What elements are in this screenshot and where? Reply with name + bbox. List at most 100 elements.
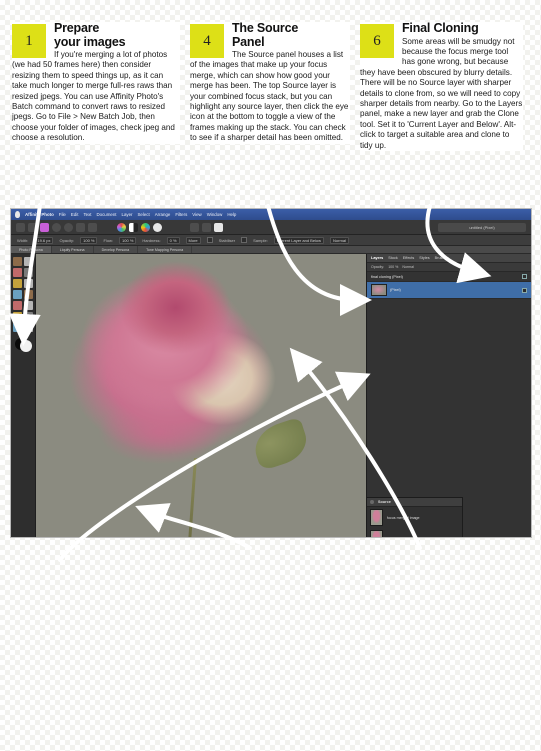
selection-brush-tool-icon[interactable] [24, 268, 33, 277]
layer-opacity-row[interactable]: Opacity: 100 % Normal [367, 263, 531, 272]
snapping-icon[interactable] [76, 222, 85, 232]
erase-tool-icon[interactable] [24, 279, 33, 288]
layer-opacity-value[interactable]: 100 % [388, 265, 398, 269]
blur-tool-icon[interactable] [13, 301, 22, 310]
blend-mode-dropdown[interactable]: Normal [330, 236, 349, 244]
live-filter-icon[interactable] [153, 222, 162, 232]
crop-tool-icon[interactable] [24, 257, 33, 266]
hardness-value-field[interactable]: 0 % [166, 236, 180, 244]
sample-source-dropdown[interactable]: Current Layer and Below [273, 236, 325, 244]
eye-icon[interactable] [522, 287, 527, 293]
menu-item-window[interactable]: Window [207, 212, 223, 217]
menu-item-layer[interactable]: Layer [122, 212, 133, 217]
menu-item-edit[interactable]: Edit [71, 212, 79, 217]
tab-develop-persona[interactable]: Develop Persona [94, 246, 139, 253]
source-thumbnail [370, 530, 383, 537]
paint-brush-tool-icon[interactable] [13, 268, 22, 277]
layer-opacity-label: Opacity: [371, 265, 385, 269]
rose-photo [62, 254, 320, 537]
chevron-right-icon[interactable] [370, 500, 374, 504]
inpainting-tool-icon[interactable] [24, 290, 33, 299]
layer-blend-mode[interactable]: Normal [402, 265, 414, 269]
redo-icon[interactable] [28, 222, 37, 232]
tab-photo-persona[interactable]: Photo Persona [11, 246, 52, 253]
align-icon[interactable] [190, 222, 199, 232]
menu-item-filters[interactable]: Filters [175, 212, 187, 217]
clone-brush-tool-icon[interactable] [13, 290, 22, 299]
step-number-badge-4: 4 [190, 24, 224, 58]
menu-item-text[interactable]: Text [83, 212, 91, 217]
persona-tab-strip[interactable]: Photo Persona Liquify Persona Develop Pe… [11, 246, 531, 254]
macos-menu-bar[interactable]: Affinity Photo File Edit Text Document L… [11, 209, 531, 220]
pan-icon[interactable] [64, 222, 73, 232]
tab-tone-mapping-persona[interactable]: Tone Mapping Persona [138, 246, 193, 253]
menu-item-file[interactable]: File [59, 212, 66, 217]
tab-effects[interactable]: Effects [403, 256, 415, 260]
document-title-pill: untitled (Pixel) [438, 222, 526, 232]
background-colour-swatch[interactable] [20, 340, 32, 352]
source-panel-header: Source [367, 498, 462, 507]
hardness-label: Hardness: [142, 237, 161, 243]
distribute-icon[interactable] [202, 222, 211, 232]
more-button[interactable]: More [185, 236, 201, 244]
sample-label: Sample: [253, 237, 268, 243]
layers-panel-tabs[interactable]: Layers Stock Effects Styles Brushes [367, 254, 531, 263]
wet-edges-checkbox[interactable] [206, 237, 213, 243]
width-value-field[interactable]: 19.6 px [34, 236, 54, 244]
assistant-icon[interactable] [40, 222, 49, 232]
move-tool-icon[interactable] [13, 257, 22, 266]
gradient-tool-icon[interactable] [13, 312, 22, 321]
opacity-value-field[interactable]: 100 % [80, 236, 98, 244]
zoom-icon[interactable] [52, 222, 61, 232]
right-studio-panels[interactable]: Layers Stock Effects Styles Brushes Opac… [366, 254, 531, 537]
menu-item-select[interactable]: Select [138, 212, 150, 217]
context-toolbar[interactable]: Width: 19.6 px Opacity: 100 % Flow: 100 … [11, 235, 531, 246]
dodge-tool-icon[interactable] [13, 279, 22, 288]
tab-layers[interactable]: Layers [371, 256, 383, 260]
shape-tool-icon[interactable] [24, 323, 33, 332]
menu-item-help[interactable]: Help [227, 212, 236, 217]
tools-palette[interactable] [11, 254, 36, 537]
export-icon[interactable] [214, 222, 223, 232]
colour-picker-tool-icon[interactable] [24, 312, 33, 321]
layer-name: (Pixel) [390, 288, 401, 292]
layer-row-pixel[interactable]: (Pixel) [367, 282, 531, 299]
mask-icon[interactable] [129, 222, 138, 232]
image-canvas[interactable] [36, 254, 366, 537]
menu-item-app-name[interactable]: Affinity Photo [25, 212, 54, 217]
flow-value-field[interactable]: 100 % [119, 236, 137, 244]
menu-item-arrange[interactable]: Arrange [155, 212, 171, 217]
step-card-6: 6 Final Cloning Some areas will be smudg… [360, 21, 523, 151]
flow-label: Flow: [103, 237, 114, 243]
step-body-4: The Source panel houses a list of the im… [190, 50, 349, 143]
source-thumbnail [370, 509, 383, 526]
smudge-tool-icon[interactable] [24, 301, 33, 310]
colour-wheel-icon[interactable] [117, 222, 126, 232]
apple-logo-icon[interactable] [15, 211, 20, 218]
source-item-label: focus merged image [387, 515, 420, 520]
source-list-item[interactable]: focus merged image [367, 507, 462, 528]
adjustment-icon[interactable] [141, 222, 150, 232]
source-list-item[interactable]: _DSC9457.jpg [367, 528, 462, 538]
layer-row-final-cloning[interactable]: final cloning (Pixel) [367, 272, 531, 282]
eye-icon[interactable] [522, 274, 527, 279]
undo-icon[interactable] [16, 222, 25, 232]
tab-brushes[interactable]: Brushes [435, 256, 449, 260]
transform-icon[interactable] [88, 222, 97, 232]
menu-item-document[interactable]: Document [97, 212, 117, 217]
affinity-photo-window: Affinity Photo File Edit Text Document L… [10, 208, 532, 538]
step-card-4: 4 The Source Panel The Source panel house… [190, 21, 350, 144]
step-number-badge-1: 1 [12, 24, 46, 58]
fill-tool-icon[interactable] [13, 323, 22, 332]
stabiliser-checkbox[interactable] [241, 237, 248, 243]
tab-styles[interactable]: Styles [419, 256, 429, 260]
step-number-badge-6: 6 [360, 24, 394, 58]
colour-swatches[interactable] [13, 338, 33, 354]
menu-item-view[interactable]: View [192, 212, 201, 217]
source-item-label: _DSC9457.jpg [387, 537, 410, 538]
source-panel[interactable]: Source focus merged image _DSC9457.jpg _… [366, 497, 463, 538]
tab-stock[interactable]: Stock [388, 256, 398, 260]
main-toolbar[interactable]: untitled (Pixel) [11, 220, 531, 235]
tab-liquify-persona[interactable]: Liquify Persona [52, 246, 94, 253]
step-body-1: If you're merging a lot of photos (we ha… [12, 50, 175, 143]
